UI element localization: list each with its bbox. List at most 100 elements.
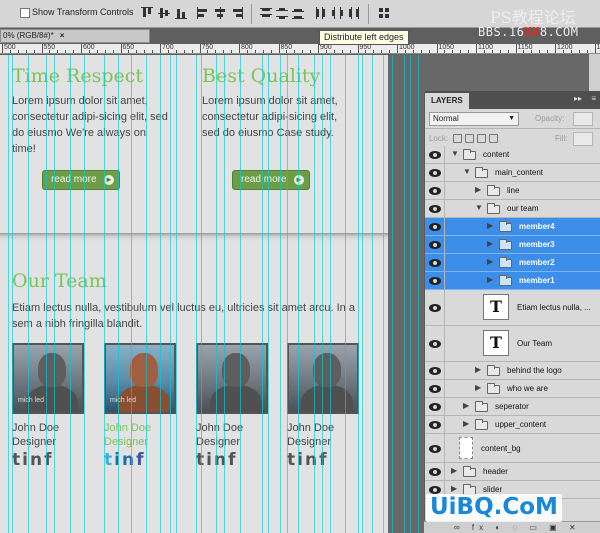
layer-row[interactable]: ▶ member4 [425,218,600,236]
ruler-tick [420,50,422,53]
layer-row[interactable]: T Etiam lectus nulla, ... [425,290,600,326]
auto-align-layers-icon[interactable] [377,6,391,20]
show-transform-controls-checkbox[interactable] [20,8,30,18]
eye-icon[interactable] [428,303,442,313]
twitter-icon[interactable]: t [287,450,297,470]
eye-icon[interactable] [428,258,442,268]
read-more-button-1[interactable]: read more ► [42,170,120,190]
expand-right-icon[interactable]: ▶ [463,419,469,428]
ruler-tick [578,50,580,53]
expand-down-icon[interactable]: ▼ [475,203,483,212]
distribute-bottom-edges-icon[interactable] [291,6,305,20]
distribute-top-edges-icon[interactable] [259,6,273,20]
fill-field[interactable] [573,132,593,146]
tab-layers[interactable]: LAYERS [425,93,469,109]
expand-right-icon[interactable]: ▶ [475,383,481,392]
align-horizontal-centers-icon[interactable] [213,6,227,20]
linkedin-icon[interactable]: in [114,450,136,470]
align-top-edges-icon[interactable] [140,6,154,20]
eye-icon[interactable] [428,467,442,477]
distribute-left-edges-icon[interactable] [314,6,328,20]
eye-icon[interactable] [428,420,442,430]
layer-row[interactable]: T Our Team [425,326,600,362]
eye-icon[interactable] [428,186,442,196]
align-bottom-edges-icon[interactable] [174,6,188,20]
layer-row[interactable]: ▶ header [425,463,600,481]
linkedin-icon[interactable]: in [297,450,319,470]
eye-icon[interactable] [428,276,442,286]
eye-icon[interactable] [428,168,442,178]
eye-icon[interactable] [428,402,442,412]
eye-icon[interactable] [428,366,442,376]
eye-icon[interactable] [428,240,442,250]
distribute-horizontal-centers-icon[interactable] [330,6,344,20]
horizontal-ruler: 500 550 600 650 700 750 800 850 900 950 1000 1050 11… [0,44,600,54]
layer-row[interactable]: ▶ upper_content [425,416,600,434]
twitter-icon[interactable]: t [12,450,22,470]
distribute-vertical-centers-icon[interactable] [275,6,289,20]
eye-icon[interactable] [428,204,442,214]
facebook-icon[interactable]: f [136,450,145,470]
layer-name: member1 [519,276,555,285]
expand-right-icon[interactable]: ▶ [487,257,493,266]
document-canvas[interactable]: Time Respect Lorem ipsum dolor sit amet,… [0,55,388,533]
align-vertical-centers-icon[interactable] [157,6,171,20]
expand-down-icon[interactable]: ▼ [463,167,471,176]
expand-right-icon[interactable]: ▶ [451,466,457,475]
layer-row[interactable]: ▶ line [425,182,600,200]
layer-row[interactable]: ▶ behind the logo [425,362,600,380]
lock-image-icon[interactable] [465,134,474,143]
eye-icon[interactable] [428,222,442,232]
align-left-edges-icon[interactable] [196,6,210,20]
expand-right-icon[interactable]: ▶ [463,401,469,410]
facebook-icon[interactable]: f [228,450,237,470]
expand-right-icon[interactable]: ▶ [487,221,493,230]
eye-icon[interactable] [428,384,442,394]
watermark-uibq: UiBQ.CoM [426,494,562,522]
eye-icon[interactable] [428,444,442,454]
layer-row[interactable]: ▶ member2 [425,254,600,272]
blend-mode-select[interactable]: Normal ▼ [429,112,519,126]
layer-row[interactable]: ▶ seperator [425,398,600,416]
linkedin-icon[interactable]: in [206,450,228,470]
align-right-edges-icon[interactable] [230,6,244,20]
ruler-tick [254,50,256,53]
layer-row[interactable]: ▼ our team [425,200,600,218]
photo-caption: mich led [110,397,137,404]
distribute-right-edges-icon[interactable] [346,6,360,20]
member-photo: mich led [104,343,176,414]
layer-row[interactable]: ▶ who we are [425,380,600,398]
layer-row[interactable]: content_bg [425,434,600,463]
document-tab[interactable]: 0% (RGB/8#)* × [0,29,150,43]
ruler-tick [436,44,438,53]
layer-row[interactable]: ▼ content [425,146,600,164]
lock-position-icon[interactable] [477,134,486,143]
facebook-icon[interactable]: f [44,450,53,470]
layer-row[interactable]: ▶ member3 [425,236,600,254]
member-name: John Doe [104,422,152,434]
read-more-button-2[interactable]: read more ► [232,170,310,190]
eye-icon[interactable] [428,150,442,160]
expand-right-icon[interactable]: ▶ [475,185,481,194]
twitter-icon[interactable]: t [196,450,206,470]
layer-row[interactable]: ▼ main_content [425,164,600,182]
ruler-tick [397,44,398,53]
collapse-panel-icon[interactable]: ▸▸ [574,94,582,103]
expand-down-icon[interactable]: ▼ [451,149,459,158]
ruler-tick [499,50,501,53]
panel-menu-icon[interactable]: ≡ [591,94,596,103]
facebook-icon[interactable]: f [319,450,328,470]
layers-panel-footer[interactable]: ∞ fx ◐ ◌ ▭ ▣ ✕ [424,521,600,533]
opacity-field[interactable] [573,112,593,126]
lock-transparent-icon[interactable] [453,134,462,143]
twitter-icon[interactable]: t [104,450,114,470]
eye-icon[interactable] [428,339,442,349]
expand-right-icon[interactable]: ▶ [475,365,481,374]
expand-right-icon[interactable]: ▶ [487,239,493,248]
lock-all-icon[interactable] [489,134,498,143]
linkedin-icon[interactable]: in [22,450,44,470]
expand-right-icon[interactable]: ▶ [451,484,457,493]
close-icon[interactable]: × [60,31,65,40]
expand-right-icon[interactable]: ▶ [487,275,493,284]
layer-row[interactable]: ▶ member1 [425,272,600,290]
